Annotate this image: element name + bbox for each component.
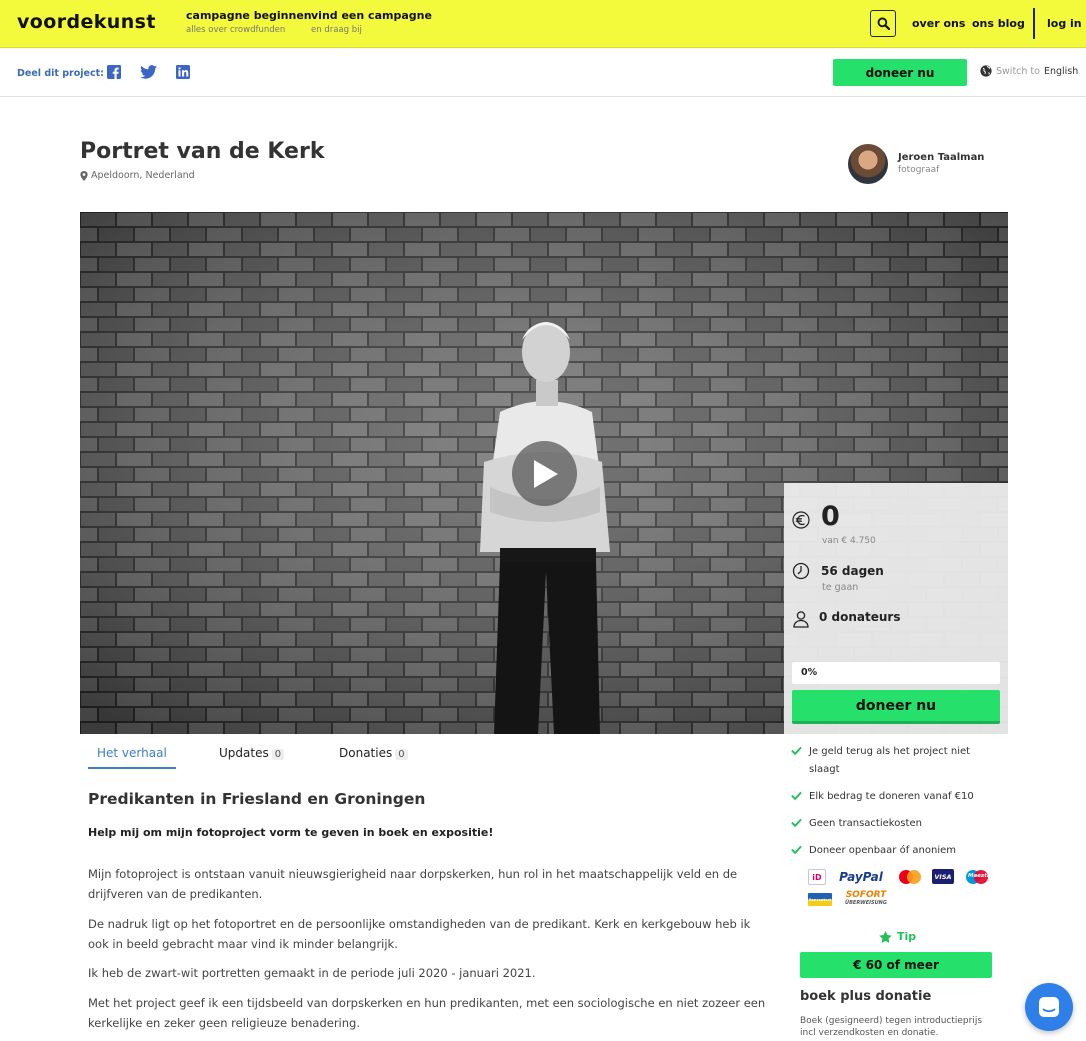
tab-label: Updates	[219, 746, 269, 760]
play-button[interactable]	[512, 441, 577, 506]
ideal-logo: iD	[808, 869, 826, 885]
author-role: fotograaf	[898, 165, 940, 175]
benefit-item: Doneer openbaar óf anoniem	[791, 842, 991, 860]
login-link[interactable]: log in	[1047, 17, 1082, 30]
maestro-logo: Maestro	[964, 870, 994, 884]
project-title: Portret van de Kerk	[80, 139, 325, 164]
nav-campagne-beginnen[interactable]: campagne beginnen alles over crowdfunden	[186, 9, 312, 35]
top-navigation-bar: voordekunst campagne beginnen alles over…	[0, 0, 1086, 48]
globe-icon	[980, 65, 992, 77]
funding-goal: van € 4.750	[822, 536, 876, 546]
tab-het-verhaal[interactable]: Het verhaal	[88, 746, 176, 769]
reward-amount-button[interactable]: € 60 of meer	[800, 952, 992, 978]
benefit-item: Elk bedrag te doneren vanaf €10	[791, 788, 991, 806]
story-paragraph: De nadruk ligt op het fotoportret en de …	[88, 917, 751, 951]
check-icon	[791, 818, 802, 828]
clock-icon	[792, 562, 810, 580]
story-lead: Help mij om mijn fotoproject vorm te gev…	[88, 826, 494, 839]
donor-count: 0 donateurs	[819, 610, 901, 624]
nav-vind-een-campagne[interactable]: vind een campagne en draag bij	[311, 9, 432, 35]
days-remaining-label: te gaan	[822, 582, 859, 593]
user-icon	[793, 611, 809, 628]
search-icon	[877, 17, 890, 30]
bancontact-label: Bancontact	[808, 897, 832, 902]
maestro-label: Maestro	[968, 873, 994, 879]
sofort-label: SOFORT	[845, 890, 887, 900]
visa-logo: VISA	[932, 869, 954, 884]
benefit-text: Doneer openbaar óf anoniem	[809, 845, 957, 856]
link-ons-blog[interactable]: ons blog	[972, 17, 1025, 30]
search-button[interactable]	[870, 10, 896, 37]
benefits-list: Je geld terug als het project niet slaag…	[791, 743, 991, 869]
tip-label: Tip	[879, 930, 916, 943]
story-heading: Predikanten in Friesland en Groningen	[88, 790, 426, 808]
linkedin-icon[interactable]	[176, 65, 190, 79]
nav-subtitle: en draag bij	[311, 25, 362, 35]
tab-donaties[interactable]: Donaties 0	[330, 746, 417, 767]
benefit-item: Je geld terug als het project niet slaag…	[791, 743, 991, 779]
tip-text: Tip	[897, 930, 917, 943]
twitter-icon[interactable]	[140, 65, 157, 79]
map-marker-icon	[80, 170, 88, 181]
count-badge: 0	[271, 749, 285, 760]
language-switch[interactable]: Switch to English	[980, 65, 1078, 77]
chat-icon	[1039, 997, 1059, 1017]
funding-progress-bar: 0%	[792, 662, 1000, 684]
share-bar: Deel dit project: doneer nu Switch to En…	[0, 49, 1086, 97]
story-paragraph: Met het project geef ik een tijdsbeeld v…	[88, 996, 766, 1030]
tab-updates[interactable]: Updates 0	[210, 746, 293, 767]
language-name: English	[1043, 65, 1079, 77]
days-remaining: 56 dagen	[821, 564, 884, 578]
tab-label: Donaties	[339, 746, 393, 760]
language-prefix: Switch to	[996, 65, 1040, 77]
benefit-text: Geen transactiekosten	[809, 818, 922, 829]
benefit-text: Je geld terug als het project niet slaag…	[809, 746, 971, 775]
play-icon	[533, 459, 558, 488]
tab-label: Het verhaal	[97, 746, 167, 760]
benefit-item: Geen transactiekosten	[791, 815, 991, 833]
nav-title: vind een campagne	[311, 9, 432, 22]
reward-description: Boek (gesigneerd) tegen introductieprijs…	[800, 1016, 983, 1038]
nav-divider	[1033, 8, 1035, 39]
sofort-sublabel: ÜBERWEISUNG	[845, 900, 887, 906]
mastercard-icon	[899, 870, 921, 884]
nav-subtitle: alles over crowdfunden	[186, 25, 286, 35]
bancontact-logo: Bancontact	[808, 893, 832, 906]
reward-title: boek plus donatie	[800, 989, 932, 1004]
euro-coin-icon	[792, 511, 810, 529]
benefit-text: Elk bedrag te doneren vanaf €10	[809, 791, 974, 802]
chat-launcher-button[interactable]	[1025, 983, 1073, 1031]
star-icon	[879, 930, 892, 943]
donate-button[interactable]: doneer nu	[792, 690, 1000, 724]
campaign-stats-panel: 0 van € 4.750 56 dagen te gaan 0 donateu…	[784, 483, 1008, 734]
nav-title: campagne beginnen	[186, 9, 312, 22]
author-info: Jeroen Taalman fotograaf	[898, 152, 984, 175]
share-label: Deel dit project:	[17, 68, 104, 79]
progress-percentage: 0%	[801, 667, 818, 678]
check-icon	[791, 845, 802, 855]
author-name[interactable]: Jeroen Taalman	[898, 152, 984, 163]
check-icon	[791, 746, 802, 756]
story-paragraph: Ik heb de zwart-wit portretten gemaakt i…	[88, 966, 536, 980]
location-text: Apeldoorn, Nederland	[91, 170, 195, 181]
amount-raised: 0	[821, 501, 840, 532]
facebook-icon[interactable]	[107, 65, 121, 79]
header-donate-button[interactable]: doneer nu	[833, 59, 967, 86]
author-avatar[interactable]	[848, 144, 888, 184]
project-location: Apeldoorn, Nederland	[80, 170, 195, 181]
story-paragraph: Mijn fotoproject is ontstaan vanuit nieu…	[88, 867, 738, 901]
sofort-logo: SOFORT ÜBERWEISUNG	[842, 890, 890, 908]
check-icon	[791, 791, 802, 801]
site-logo[interactable]: voordekunst	[17, 11, 156, 33]
paypal-logo: PayPal	[839, 870, 883, 884]
link-over-ons[interactable]: over ons	[912, 17, 965, 30]
count-badge: 0	[395, 749, 408, 760]
mastercard-logo	[898, 870, 922, 884]
